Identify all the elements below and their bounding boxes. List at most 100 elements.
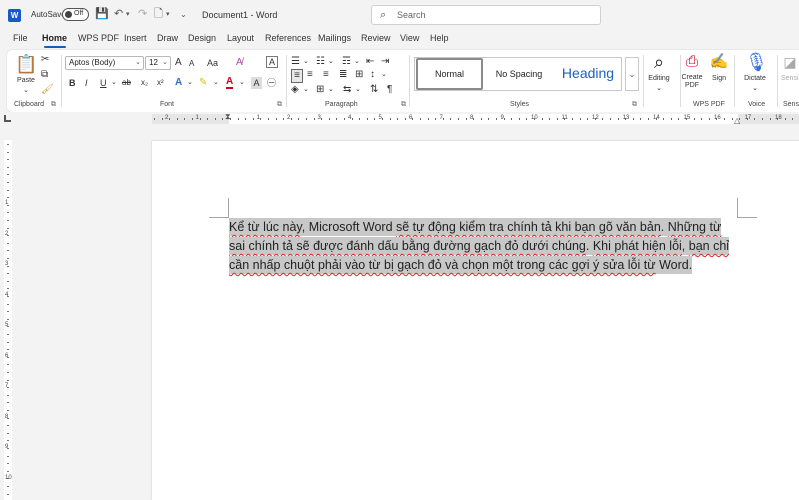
numbering-dropdown-icon[interactable]: ⌄	[328, 56, 334, 68]
dictate-dropdown-icon[interactable]: ⌄	[738, 84, 772, 92]
tab-references[interactable]: References	[265, 33, 311, 43]
font-name-dropdown[interactable]: Aptos (Body) ⌄	[65, 56, 144, 70]
strikethrough-icon[interactable]: ab	[122, 77, 131, 89]
font-color-dropdown-icon[interactable]: ⌄	[239, 77, 245, 89]
tab-wps-pdf[interactable]: WPS PDF	[78, 33, 119, 43]
sign-icon[interactable]: ✍	[709, 52, 729, 72]
new-dropdown-icon[interactable]: ▾	[166, 8, 170, 21]
highlight-icon[interactable]: ✎	[199, 77, 207, 89]
create-pdf-label[interactable]: Create PDF	[679, 74, 705, 90]
misspelled-text[interactable]: sẽ tự động kiểm tra chính tả khi bạn gõ …	[396, 220, 661, 234]
paste-icon[interactable]: 📋	[15, 54, 37, 74]
tab-file[interactable]: File	[13, 33, 28, 43]
enclose-characters-icon[interactable]: ㊀	[267, 77, 276, 89]
paste-dropdown-icon[interactable]: ⌄	[15, 86, 37, 94]
shading-dropdown-icon[interactable]: ⌄	[303, 84, 309, 96]
justify-icon[interactable]: ≣	[339, 69, 347, 81]
save-icon[interactable]: 💾	[95, 8, 109, 21]
clear-formatting-icon[interactable]: A̸	[236, 57, 243, 69]
dictate-label[interactable]: Dictate	[738, 75, 772, 82]
paragraph-launcher-icon[interactable]: ⧉	[401, 101, 406, 109]
format-painter-icon[interactable]: 🖌	[41, 84, 54, 96]
sensitivity-label[interactable]: Sensi	[781, 75, 799, 82]
shading-icon[interactable]: ◈	[291, 84, 299, 96]
misspelled-text[interactable]: Khi phát hiện lỗi	[593, 239, 682, 253]
styles-more-button[interactable]: ⌄	[625, 57, 639, 91]
autosave-toggle[interactable]: Off	[62, 8, 89, 21]
sort-icon[interactable]: ⇅	[370, 84, 378, 96]
tab-layout[interactable]: Layout	[227, 33, 254, 43]
superscript-icon[interactable]: x²	[157, 77, 164, 89]
text-effects-dropdown-icon[interactable]: ⌄	[187, 77, 193, 89]
editing-dropdown-icon[interactable]: ⌄	[641, 84, 677, 92]
multilevel-dropdown-icon[interactable]: ⌄	[354, 56, 360, 68]
bullets-dropdown-icon[interactable]: ⌄	[303, 56, 309, 68]
horizontal-ruler[interactable]: 2 1 1 2 3 4 5 6 7 8 9 10 11 12 13 14 15 16 17 18 ⧗ △	[152, 112, 799, 125]
undo-dropdown-icon[interactable]: ▾	[126, 8, 130, 21]
cut-icon[interactable]: ✂	[41, 54, 49, 66]
create-pdf-icon[interactable]: ⎙	[682, 52, 702, 72]
paste-label[interactable]: Paste	[15, 77, 37, 84]
indent-marker-icon[interactable]: ⧗	[225, 112, 231, 122]
text-box-icon[interactable]: A	[266, 56, 278, 68]
clipboard-launcher-icon[interactable]: ⧉	[51, 101, 56, 109]
tab-design[interactable]: Design	[188, 33, 216, 43]
find-icon[interactable]: ⌕	[647, 52, 671, 72]
increase-indent-icon[interactable]: ⇥	[381, 56, 389, 68]
search-box[interactable]: ⌕ Search	[371, 5, 601, 25]
style-heading[interactable]: Heading	[554, 58, 622, 90]
italic-icon[interactable]: I	[85, 77, 88, 89]
tab-help[interactable]: Help	[430, 33, 449, 43]
new-document-icon[interactable]: 🗋	[154, 8, 163, 21]
tab-review[interactable]: Review	[361, 33, 391, 43]
numbering-icon[interactable]: ☷	[316, 56, 325, 68]
borders-dropdown-icon[interactable]: ⌄	[328, 84, 334, 96]
customize-toolbar-icon[interactable]: ⌄	[180, 8, 187, 21]
bullets-icon[interactable]: ☰	[291, 56, 300, 68]
distributed-icon[interactable]: ⊞	[355, 69, 363, 81]
tab-draw[interactable]: Draw	[157, 33, 178, 43]
microphone-icon[interactable]: 🎙	[745, 52, 768, 72]
editing-label[interactable]: Editing	[641, 75, 677, 82]
text-run[interactable]: ,	[682, 239, 689, 253]
multilevel-list-icon[interactable]: ☶	[342, 56, 351, 68]
styles-launcher-icon[interactable]: ⧉	[632, 101, 637, 109]
character-shading-icon[interactable]: A	[251, 77, 262, 89]
redo-icon[interactable]: ↷	[138, 8, 147, 21]
font-color-icon[interactable]: A	[226, 77, 234, 89]
text-run[interactable]: .	[586, 239, 593, 253]
style-normal[interactable]: Normal	[416, 58, 483, 90]
tab-insert[interactable]: Insert	[124, 33, 147, 43]
decrease-indent-icon[interactable]: ⇤	[366, 56, 374, 68]
font-size-dropdown[interactable]: 12 ⌄	[145, 56, 171, 70]
right-indent-marker-icon[interactable]: △	[734, 116, 740, 125]
shrink-font-icon[interactable]: A	[189, 58, 194, 70]
undo-icon[interactable]: ↶	[114, 8, 123, 21]
grow-font-icon[interactable]: A	[175, 57, 182, 69]
align-left-icon[interactable]: ≡	[291, 69, 303, 83]
sensitivity-icon[interactable]: ◪	[781, 52, 799, 72]
change-case-icon[interactable]: Aa	[207, 57, 218, 69]
document-body-text[interactable]: Kể từ lúc này, Microsoft Word sẽ tự động…	[229, 218, 737, 275]
vertical-ruler[interactable]: 1 2 3 4 5 6 7 8 9 10	[4, 140, 12, 500]
document-page[interactable]	[152, 141, 799, 500]
asian-layout-dropdown-icon[interactable]: ⌄	[355, 84, 361, 96]
copy-icon[interactable]: ⧉	[41, 69, 48, 81]
line-spacing-dropdown-icon[interactable]: ⌄	[381, 69, 387, 81]
underline-icon[interactable]: U	[100, 77, 107, 89]
align-center-icon[interactable]: ≡	[307, 69, 313, 81]
underline-dropdown-icon[interactable]: ⌄	[111, 77, 117, 89]
subscript-icon[interactable]: x₂	[141, 77, 148, 89]
text-run[interactable]: Word.	[656, 258, 692, 272]
sign-label[interactable]: Sign	[709, 75, 729, 82]
bold-icon[interactable]: B	[69, 77, 76, 89]
text-run[interactable]: , Microsoft Word	[302, 220, 396, 234]
show-formatting-icon[interactable]: ¶	[387, 84, 392, 96]
text-effects-icon[interactable]: A	[175, 77, 182, 89]
tab-home[interactable]: Home	[42, 33, 67, 43]
font-launcher-icon[interactable]: ⧉	[277, 101, 282, 109]
style-no-spacing[interactable]: No Spacing	[485, 58, 553, 90]
tab-view[interactable]: View	[400, 33, 419, 43]
highlight-dropdown-icon[interactable]: ⌄	[213, 77, 219, 89]
text-run[interactable]: .	[661, 220, 668, 234]
